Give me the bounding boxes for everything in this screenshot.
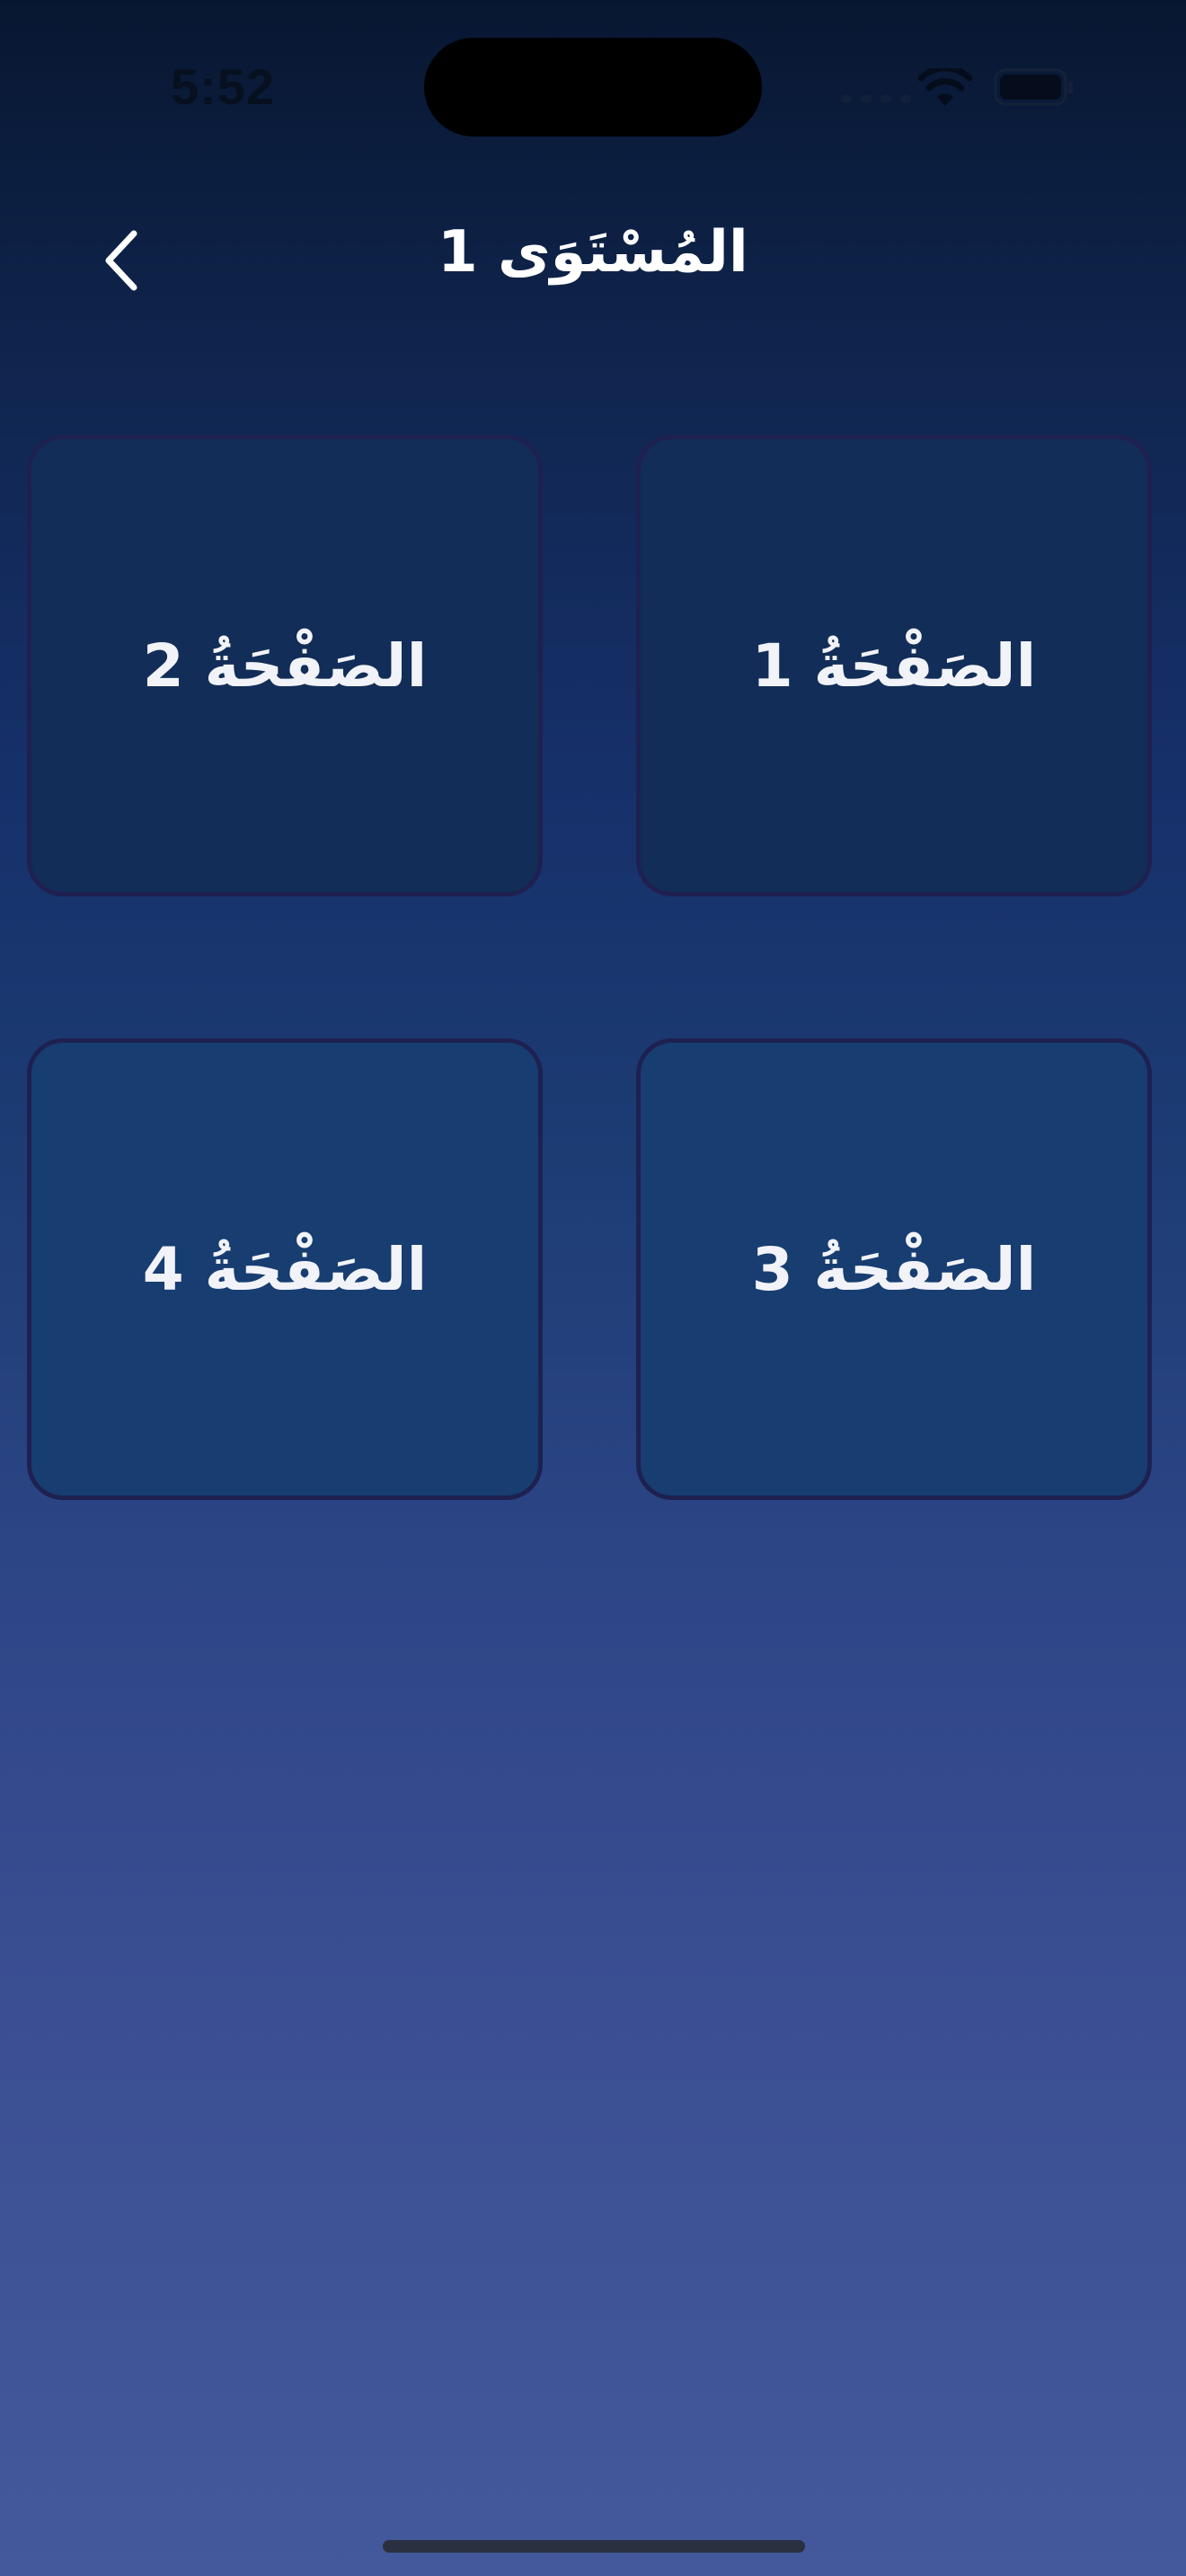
status-time: 5:52 (171, 58, 276, 115)
page-card-1[interactable]: الصَفْحَةُ 1 (636, 435, 1152, 896)
dynamic-island (424, 38, 762, 137)
wifi-icon (918, 68, 972, 106)
page-card-3[interactable]: الصَفْحَةُ 3 (636, 1038, 1152, 1500)
home-indicator[interactable] (383, 2540, 805, 2553)
page-title: المُسْتَوَى 1 (438, 219, 748, 286)
cellular-signal-icon (841, 95, 911, 102)
page-card-label: الصَفْحَةُ 2 (142, 631, 428, 701)
battery-icon (994, 68, 1073, 106)
chevron-left-icon (105, 230, 137, 291)
page-card-2[interactable]: الصَفْحَةُ 2 (27, 435, 543, 896)
page-card-label: الصَفْحَةُ 4 (142, 1234, 428, 1304)
back-button[interactable] (90, 225, 153, 296)
page-card-4[interactable]: الصَفْحَةُ 4 (27, 1038, 543, 1500)
page-card-label: الصَفْحَةُ 1 (751, 631, 1037, 701)
page-card-label: الصَفْحَةُ 3 (751, 1234, 1037, 1304)
